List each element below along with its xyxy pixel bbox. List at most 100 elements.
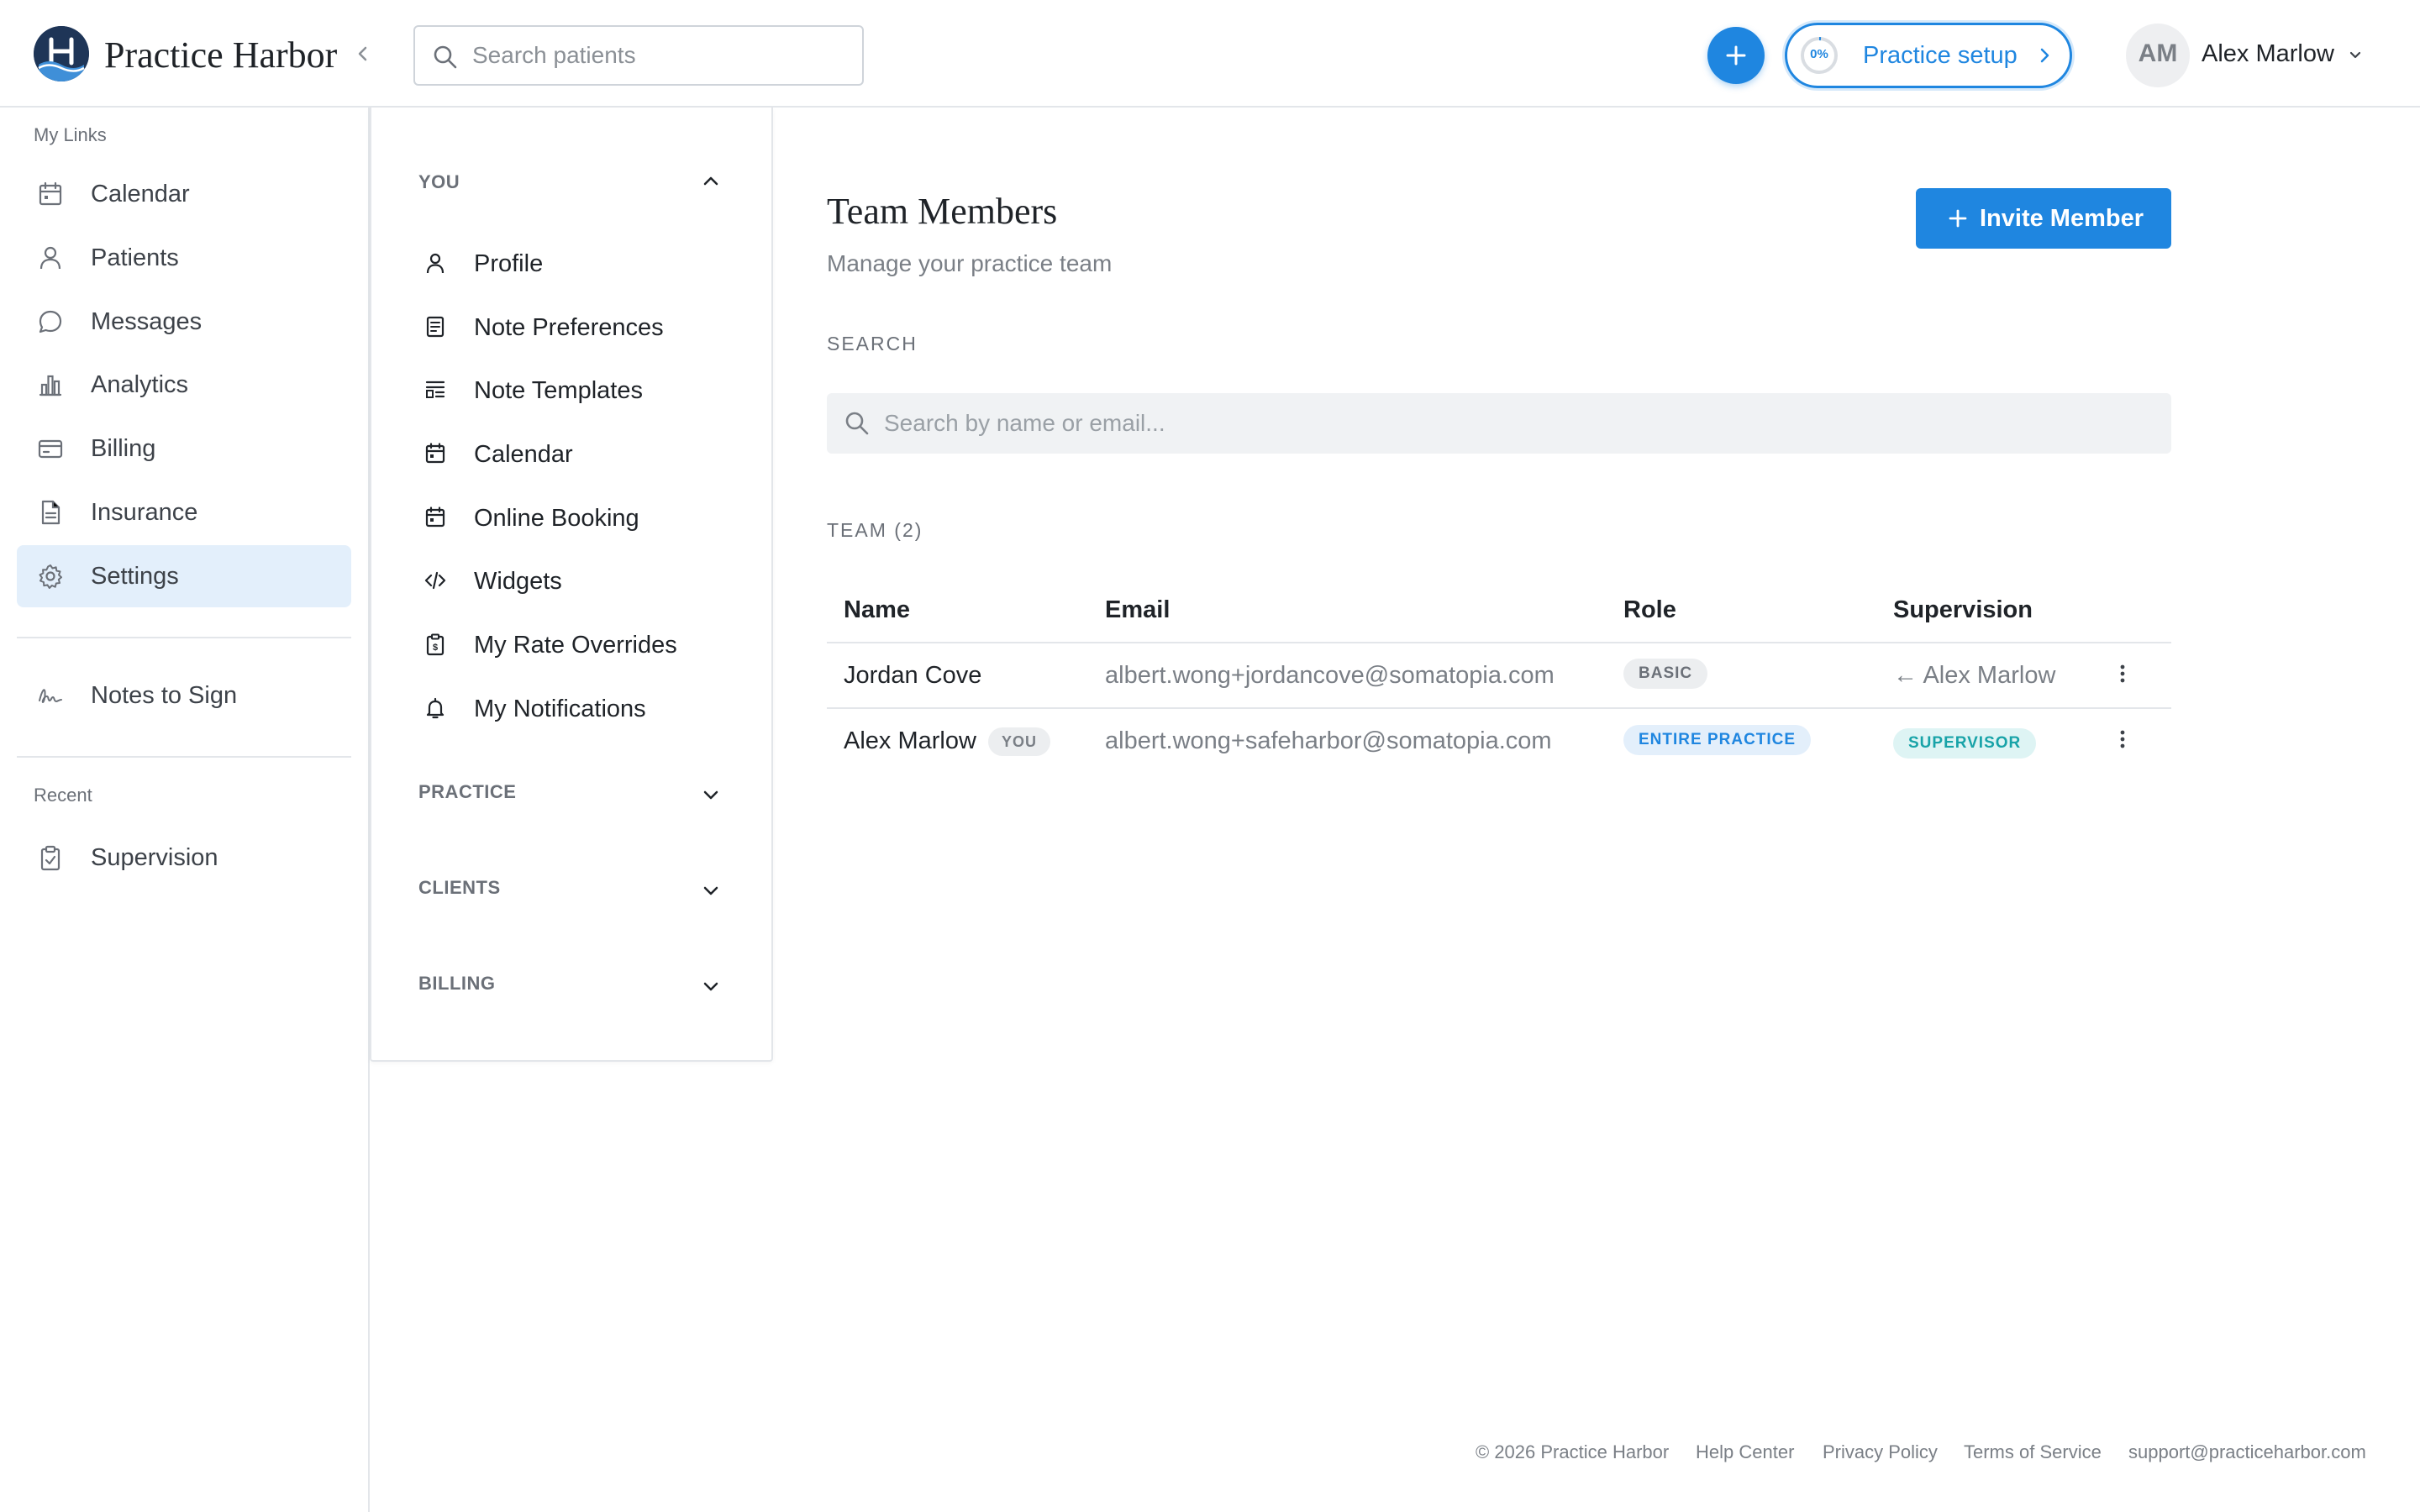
- sidebar-item-calendar[interactable]: Calendar: [17, 163, 351, 225]
- sidebar-item-label: Billing: [91, 435, 156, 462]
- sidebar-item-insurance[interactable]: Insurance: [17, 481, 351, 543]
- footer-link-terms[interactable]: Terms of Service: [1964, 1441, 2102, 1463]
- sidebar-item-label: Settings: [91, 563, 179, 590]
- table-divider: [827, 642, 2171, 643]
- search-icon: [845, 412, 869, 435]
- practice-harbor-logo-icon[interactable]: [34, 26, 89, 81]
- plus-icon: [1726, 45, 1746, 66]
- sidebar-item-label: Calendar: [91, 181, 190, 207]
- settings-item-rate-overrides[interactable]: $ My Rate Overrides: [405, 617, 741, 672]
- signature-icon: [39, 689, 62, 703]
- sidebar-item-settings[interactable]: Settings: [17, 545, 351, 607]
- sidebar-item-supervision[interactable]: Supervision: [17, 827, 351, 889]
- search-section-label: SEARCH: [827, 333, 918, 354]
- sidebar-divider: [17, 756, 351, 758]
- svg-text:$: $: [433, 643, 438, 653]
- chevron-down-icon[interactable]: [2346, 46, 2365, 65]
- settings-item-label: My Rate Overrides: [474, 632, 677, 659]
- column-header-role[interactable]: Role: [1623, 596, 1676, 624]
- chevron-down-icon[interactable]: [699, 783, 723, 806]
- settings-item-calendar[interactable]: Calendar: [405, 426, 741, 481]
- settings-item-label: Profile: [474, 250, 544, 277]
- sidebar-item-label: Notes to Sign: [91, 682, 238, 709]
- settings-item-widgets[interactable]: Widgets: [405, 553, 741, 608]
- sidebar-item-label: Analytics: [91, 371, 189, 398]
- plus-icon: [1949, 209, 1967, 228]
- sidebar-item-patients[interactable]: Patients: [17, 227, 351, 289]
- sidebar-item-messages[interactable]: Messages: [17, 291, 351, 353]
- chevron-down-icon[interactable]: [699, 879, 723, 902]
- bar-chart-icon: [39, 375, 62, 396]
- member-email: albert.wong+safeharbor@somatopia.com: [1105, 727, 1552, 754]
- column-header-supervision[interactable]: Supervision: [1893, 596, 2033, 624]
- sidebar-item-analytics[interactable]: Analytics: [17, 354, 351, 416]
- settings-nav-panel: YOU Profile Note Preferences Note Templa…: [370, 108, 773, 1062]
- bell-icon: [426, 697, 445, 719]
- settings-item-note-preferences[interactable]: Note Preferences: [405, 299, 741, 354]
- settings-item-note-templates[interactable]: Note Templates: [405, 362, 741, 417]
- column-header-email[interactable]: Email: [1105, 596, 1170, 624]
- quick-add-button[interactable]: [1707, 27, 1765, 84]
- person-icon: [426, 253, 445, 274]
- sidebar-item-notes-to-sign[interactable]: Notes to Sign: [17, 664, 351, 727]
- settings-group-clients[interactable]: CLIENTS: [418, 877, 501, 899]
- settings-item-label: Note Templates: [474, 377, 643, 404]
- member-email: albert.wong+jordancove@somatopia.com: [1105, 662, 1555, 689]
- top-bar: Practice Harbor 0% Practice setup AM Ale…: [0, 0, 2420, 108]
- supervisor-badge: SUPERVISOR: [1893, 728, 2037, 759]
- footer-link-privacy-policy[interactable]: Privacy Policy: [1823, 1441, 1938, 1463]
- sidebar-item-billing[interactable]: Billing: [17, 417, 351, 480]
- recent-heading: Recent: [34, 785, 92, 806]
- team-search-input[interactable]: [884, 405, 2144, 442]
- more-options-icon[interactable]: [2112, 660, 2133, 687]
- role-badge: ENTIRE PRACTICE: [1623, 725, 1812, 755]
- sidebar-item-label: Insurance: [91, 499, 198, 526]
- credit-card-icon: [38, 439, 63, 459]
- chevron-up-icon[interactable]: [699, 170, 723, 193]
- user-menu-name[interactable]: Alex Marlow: [2202, 40, 2334, 68]
- invite-member-button[interactable]: Invite Member: [1916, 188, 2171, 249]
- role-badge: BASIC: [1623, 659, 1708, 689]
- practice-setup-label: Practice setup: [1863, 42, 2018, 69]
- settings-item-label: Note Preferences: [474, 314, 664, 341]
- calendar-icon: [39, 181, 62, 206]
- gear-icon: [39, 564, 62, 589]
- patient-search-input[interactable]: [472, 37, 850, 74]
- member-name: Alex Marlow: [844, 727, 976, 754]
- team-search[interactable]: [827, 393, 2171, 454]
- calendar-icon: [425, 443, 445, 464]
- settings-item-label: My Notifications: [474, 696, 646, 722]
- calendar-booking-icon: [425, 507, 445, 528]
- settings-group-billing[interactable]: BILLING: [418, 973, 496, 995]
- settings-item-notifications[interactable]: My Notifications: [405, 680, 741, 736]
- member-name: Jordan Cove: [844, 662, 982, 689]
- page-title: Team Members: [827, 191, 1058, 232]
- main-sidebar: My Links Calendar Patients Messages Anal…: [0, 108, 370, 1512]
- column-header-name[interactable]: Name: [844, 596, 910, 624]
- footer-link-help-center[interactable]: Help Center: [1696, 1441, 1794, 1463]
- footer-link-support-email[interactable]: support@practiceharbor.com: [2128, 1441, 2366, 1463]
- chevron-right-icon: [2040, 48, 2049, 63]
- collapse-sidebar-button[interactable]: [351, 42, 375, 66]
- table-divider: [827, 707, 2171, 709]
- settings-item-online-booking[interactable]: Online Booking: [405, 490, 741, 545]
- footer-copyright: © 2026 Practice Harbor: [1476, 1441, 1670, 1462]
- rate-clipboard-icon: $: [426, 633, 445, 656]
- setup-progress-label: 0%: [1810, 47, 1828, 61]
- team-count-label: TEAM (2): [827, 519, 923, 541]
- practice-setup-button[interactable]: 0% Practice setup: [1785, 23, 2072, 88]
- chevron-left-icon: [358, 46, 367, 61]
- chevron-down-icon[interactable]: [699, 974, 723, 998]
- search-icon: [434, 45, 457, 69]
- invite-member-label: Invite Member: [1980, 205, 2144, 232]
- document-icon: [41, 500, 60, 525]
- patient-search[interactable]: [413, 25, 864, 86]
- sidebar-item-label: Supervision: [91, 844, 218, 871]
- settings-item-profile[interactable]: Profile: [405, 235, 741, 291]
- you-badge: YOU: [988, 727, 1051, 756]
- settings-group-you[interactable]: YOU: [418, 171, 460, 193]
- sidebar-item-label: Patients: [91, 244, 179, 271]
- more-options-icon[interactable]: [2112, 726, 2133, 753]
- user-avatar[interactable]: AM: [2126, 24, 2190, 87]
- settings-group-practice[interactable]: PRACTICE: [418, 781, 516, 803]
